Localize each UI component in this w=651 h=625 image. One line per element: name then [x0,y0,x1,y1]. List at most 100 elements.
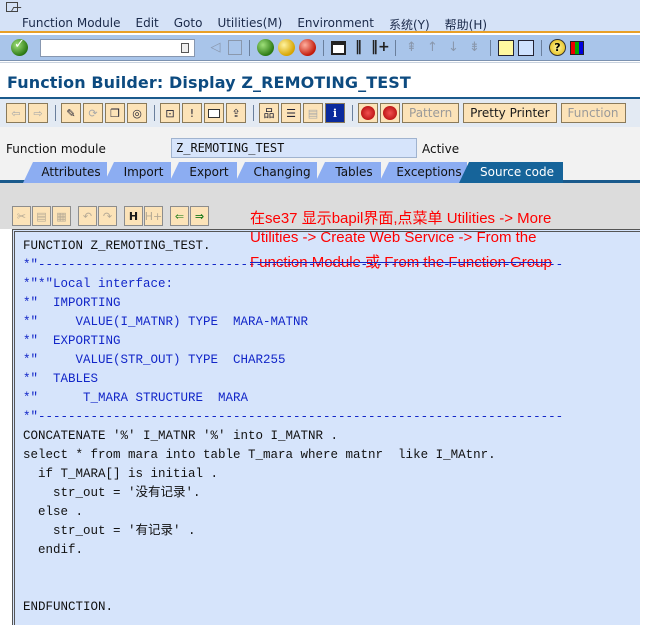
application-toolbar: ⇦ ⇨ ✎ ⟳ ❐ ◎ ⊡ ! ⇪ 品 ☰ ▤ i Pattern Pretty… [0,97,640,127]
tab-tables[interactable]: Tables [315,162,381,183]
system-toolbar-icons: ◁ ‖ ‖+ ⇞ ↑ ↓ ⇟ ? [205,39,586,56]
enter-icon[interactable] [11,37,28,56]
next-object-icon[interactable]: ⇨ [28,103,48,123]
source-code-editor[interactable]: FUNCTION Z_REMOTING_TEST. *"-------------… [12,229,640,625]
comment-line: *"*"Local interface: [23,277,174,291]
title-bar: Function Builder: Display Z_REMOTING_TES… [0,62,640,98]
code-line: str_out = '有记录' . [23,524,196,538]
find-icon[interactable]: H [124,206,143,226]
comment-line: *" EXPORTING [23,334,121,348]
comment-line: *" T_MARA STRUCTURE MARA [23,391,249,405]
paste-icon[interactable]: ▦ [52,206,71,226]
function-module-label: Function module [6,142,106,156]
customize-layout-icon[interactable] [570,40,584,55]
check-icon[interactable]: ⊡ [160,103,180,123]
next-page-icon[interactable]: ↓ [445,39,462,56]
copy-icon[interactable]: ▤ [32,206,51,226]
menu-utilities[interactable]: Utilities(M) [217,16,282,33]
function-module-row: Function module Z_REMOTING_TEST Active [0,137,640,161]
create-shortcut-icon[interactable] [518,39,534,56]
tab-attributes[interactable]: Attributes [23,162,107,183]
other-object-icon[interactable]: ❐ [105,103,125,123]
undo-icon[interactable]: ↶ [78,206,97,226]
find-next-icon[interactable]: H+ [144,206,163,226]
tab-exceptions[interactable]: Exceptions [379,162,467,183]
menu-environment[interactable]: Environment [297,16,374,33]
comment-line: *" TABLES [23,372,99,386]
download-icon[interactable]: ⇒ [190,206,209,226]
page-title: Function Builder: Display Z_REMOTING_TES… [7,73,411,92]
find-icon[interactable]: ‖ [350,39,367,56]
test-icon[interactable] [204,103,224,123]
upload-icon[interactable]: ⇐ [170,206,189,226]
status-text: Active [422,142,460,156]
separator [323,39,324,56]
display-object-list-icon[interactable]: ▤ [303,103,323,123]
comment-line: *"--------------------------------------… [23,410,564,424]
command-field[interactable] [40,39,195,57]
create-session-icon[interactable] [498,39,514,56]
menu-items: Function Module Edit Goto Utilities(M) E… [22,16,502,33]
set-breakpoint-icon[interactable] [358,103,378,123]
menu-edit[interactable]: Edit [136,16,159,33]
pattern-button[interactable]: Pattern [402,103,460,123]
previous-object-icon[interactable]: ⇦ [6,103,26,123]
hierarchy-icon[interactable]: 品 [259,103,279,123]
tab-source-code[interactable]: Source code [459,162,563,183]
activate-icon[interactable]: ! [182,103,202,123]
cut-icon[interactable]: ✂ [12,206,31,226]
system-menu-icon[interactable] [6,2,18,12]
redo-icon[interactable]: ↷ [98,206,117,226]
code-line: select * from mara into table T_mara whe… [23,448,496,462]
menu-help[interactable]: 帮助(H) [445,16,487,33]
code-line: if T_MARA[] is initial . [23,467,219,481]
cancel-icon[interactable] [299,39,316,56]
navigate-icon[interactable]: ⇪ [226,103,246,123]
last-page-icon[interactable]: ⇟ [466,39,483,56]
function-button[interactable]: Function [560,103,626,123]
comment-line: *" VALUE(STR_OUT) TYPE CHAR255 [23,353,286,367]
comment-line: *" IMPORTING [23,296,121,310]
find-next-icon[interactable]: ‖+ [371,39,390,56]
menu-goto[interactable]: Goto [174,16,203,33]
menu-function-module[interactable]: Function Module [22,16,121,33]
code-line: CONCATENATE '%' I_MATNR '%' into I_MATNR… [23,429,339,443]
command-dropdown-icon[interactable] [181,43,189,53]
comment-line: *" VALUE(I_MATNR) TYPE MARA-MATNR [23,315,309,329]
pretty-printer-button[interactable]: Pretty Printer [463,103,557,123]
tab-import[interactable]: Import [104,162,171,183]
first-page-icon[interactable]: ⇞ [403,39,420,56]
tab-strip: Attributes Import Export Changing Tables… [0,161,640,183]
code-line: ENDFUNCTION. [23,600,114,614]
code-lines: FUNCTION Z_REMOTING_TEST. *"-------------… [23,237,563,617]
function-module-field[interactable]: Z_REMOTING_TEST [171,138,417,158]
exit-icon[interactable] [278,39,295,56]
menu-system[interactable]: 系统(Y) [389,16,430,33]
annotation-line-3: Function Module 或 From the Function Grou… [250,254,552,271]
back-icon[interactable] [257,39,274,56]
separator [55,105,56,121]
stack-icon[interactable]: ☰ [281,103,301,123]
annotation-line-2: Utilities -> Create Web Service -> From … [250,229,537,246]
display-change-icon[interactable]: ✎ [61,103,81,123]
help-icon[interactable]: ? [549,39,566,56]
separator [154,105,155,121]
separator [249,39,250,56]
where-used-icon[interactable]: ◎ [127,103,147,123]
external-breakpoint-icon[interactable] [380,103,400,123]
tab-export[interactable]: Export [169,162,237,183]
previous-page-icon[interactable]: ↑ [424,39,441,56]
tab-changing[interactable]: Changing [235,162,317,183]
separator [352,105,353,121]
save-icon[interactable] [228,40,242,55]
separator [253,105,254,121]
spacer [0,127,640,137]
active-inactive-icon[interactable]: ⟳ [83,103,103,123]
code-line: else . [23,505,84,519]
print-icon[interactable] [331,40,346,55]
info-icon[interactable]: i [325,103,345,123]
editor-icons: ✂ ▤ ▦ ↶ ↷ H H+ ⇐ ⇒ [12,206,210,226]
back-nav-icon[interactable]: ◁ [207,39,224,56]
